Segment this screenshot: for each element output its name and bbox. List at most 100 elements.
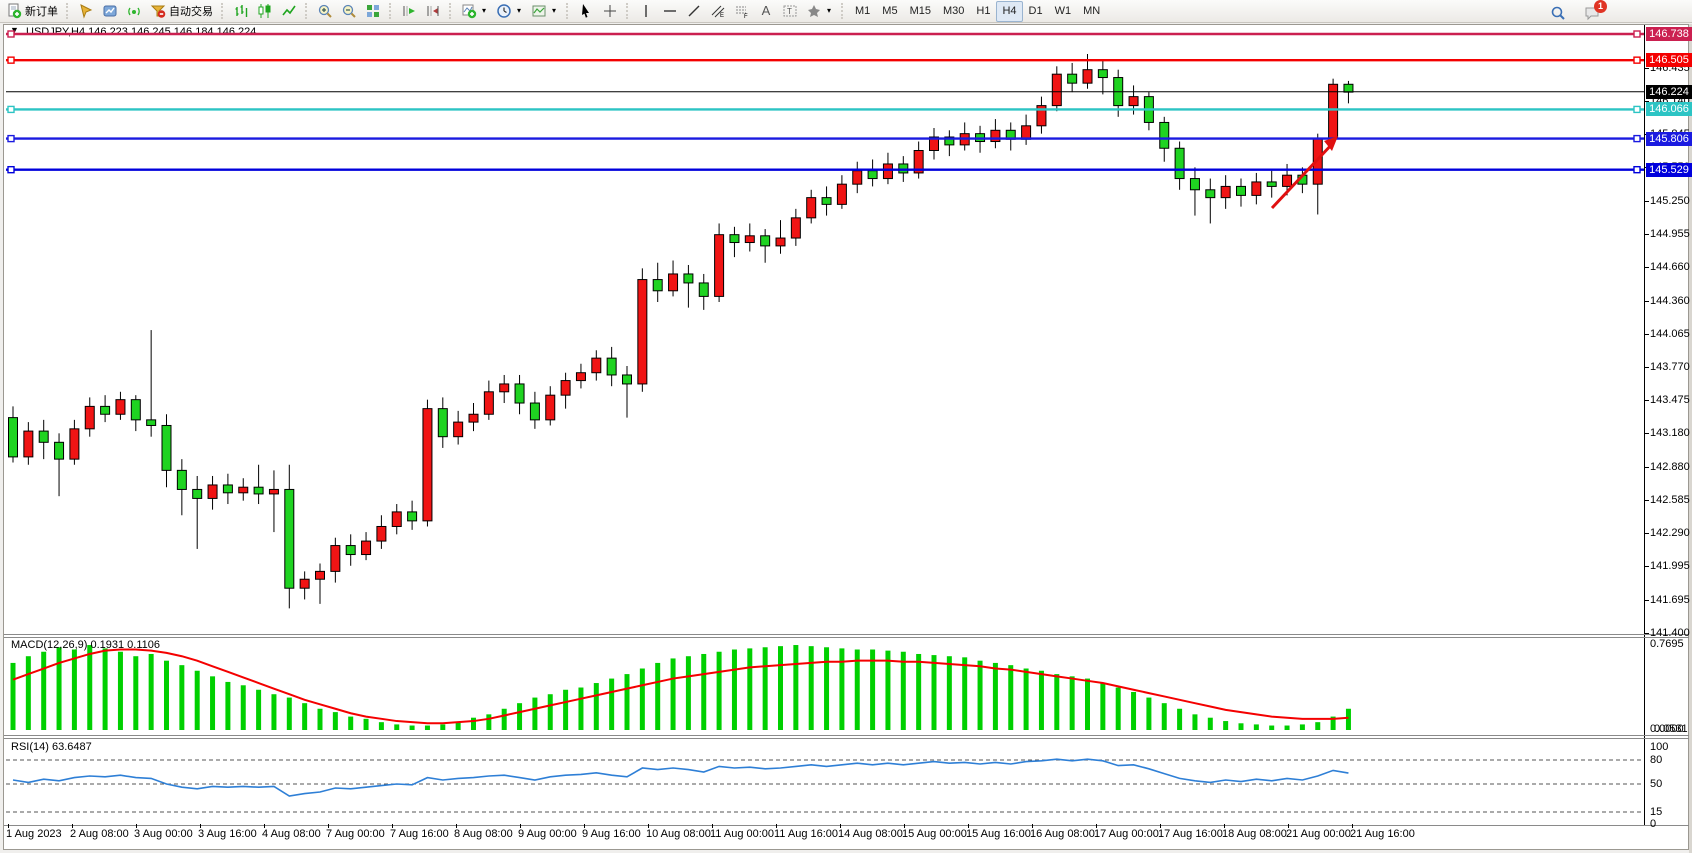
chat-button[interactable]: 1 [1580, 2, 1604, 23]
timeframe-toolbar: M1 M5 M15M30H1H4D1W1MN [849, 1, 1106, 22]
autotrading-icon [150, 3, 166, 19]
price-level-badge: 146.066 [1646, 102, 1692, 116]
quotes-button[interactable] [74, 1, 98, 22]
candle-body [469, 414, 478, 422]
line-handle[interactable] [8, 136, 14, 142]
line-handle[interactable] [1634, 57, 1640, 63]
periods-button[interactable]: ▾ [492, 1, 527, 22]
line-handle[interactable] [1634, 136, 1640, 142]
candle-body [1160, 122, 1169, 148]
candle-body [285, 489, 294, 588]
new-order-button[interactable]: 新订单 [2, 1, 62, 22]
tile-windows-button[interactable] [361, 1, 385, 22]
macd-histogram-bar [164, 661, 169, 730]
macd-histogram-bar [195, 671, 200, 730]
arrows-tool-button[interactable]: ▾ [802, 1, 837, 22]
timeframe-button-w1[interactable]: W1 [1049, 1, 1078, 22]
crosshair-tool-button[interactable] [598, 1, 622, 22]
text-label-tool-button[interactable]: T [778, 1, 802, 22]
candlestick-chart-button[interactable] [253, 1, 277, 22]
macd-histogram-bar [778, 646, 783, 730]
timeframe-button-mn[interactable]: MN [1077, 1, 1106, 22]
trend-arrow[interactable] [1272, 142, 1334, 208]
line-handle[interactable] [1634, 106, 1640, 112]
timeframe-button-h1[interactable]: H1 [970, 1, 996, 22]
main-toolbar: 新订单 自动交易 [0, 0, 1692, 23]
auto-scroll-button[interactable] [397, 1, 421, 22]
line-handle[interactable] [1634, 167, 1640, 173]
dropdown-arrow-icon: ▾ [480, 3, 488, 19]
timeframe-label: M1 [853, 5, 872, 17]
clock-icon [496, 3, 512, 19]
horizontal-line-icon [662, 3, 678, 19]
macd-histogram-bar [210, 676, 215, 730]
candle-body [745, 236, 754, 243]
timeframe-button-h4[interactable]: H4 [996, 1, 1022, 22]
rsi-axis-label: 0 [1650, 818, 1656, 830]
autotrading-button[interactable]: 自动交易 [146, 1, 217, 22]
line-handle[interactable] [8, 106, 14, 112]
candle-body [254, 487, 263, 494]
chart-window[interactable]: ▼ USDJPY,H4 146.223 146.245 146.184 146.… [3, 24, 1689, 850]
vertical-line-tool-button[interactable] [634, 1, 658, 22]
line-handle[interactable] [8, 57, 14, 63]
text-label-icon: T [782, 3, 798, 19]
candle-body [1329, 84, 1338, 138]
bar-chart-button[interactable] [229, 1, 253, 22]
macd-histogram-bar [149, 654, 154, 730]
macd-histogram-bar [993, 663, 998, 730]
candle-body [1267, 182, 1276, 186]
timeframe-label: M5 [880, 5, 899, 17]
timeframe-button-m30[interactable]: M30 [937, 1, 970, 22]
cursor-icon [578, 3, 594, 19]
macd-histogram-bar [1192, 714, 1197, 730]
chart-shift-button[interactable] [421, 1, 445, 22]
indicators-button[interactable]: ▾ [457, 1, 492, 22]
candle-body [269, 489, 278, 493]
horizontal-line-tool-button[interactable] [658, 1, 682, 22]
channel-tool-button[interactable]: E [706, 1, 730, 22]
macd-histogram-bar [978, 661, 983, 730]
zoom-in-button[interactable] [313, 1, 337, 22]
macd-histogram-bar [1008, 665, 1013, 730]
candle-body [561, 381, 570, 396]
candle-body [546, 395, 555, 420]
macd-histogram-bar [532, 698, 537, 730]
profiles-button[interactable] [98, 1, 122, 22]
macd-histogram-bar [901, 652, 906, 730]
zoom-out-button[interactable] [337, 1, 361, 22]
line-chart-button[interactable] [277, 1, 301, 22]
macd-histogram-bar [271, 694, 276, 730]
toolbar-separator [626, 3, 630, 19]
line-handle[interactable] [1634, 31, 1640, 37]
line-handle[interactable] [8, 31, 14, 37]
timeframe-button-m1[interactable]: M1 [849, 1, 876, 22]
chart-canvas[interactable] [4, 25, 1690, 851]
macd-histogram-bar [1100, 683, 1105, 730]
candle-body [623, 375, 632, 384]
text-tool-icon: A [758, 3, 774, 19]
rsi-axis-label: 80 [1650, 754, 1662, 766]
macd-histogram-bar [809, 646, 814, 730]
templates-button[interactable]: ▾ [527, 1, 562, 22]
macd-histogram-bar [609, 679, 614, 730]
search-button[interactable] [1546, 2, 1570, 23]
signal-button[interactable] [122, 1, 146, 22]
profiles-icon [102, 3, 118, 19]
fibonacci-tool-button[interactable]: F [730, 1, 754, 22]
timeframe-button-m15[interactable]: M15 [904, 1, 937, 22]
macd-histogram-bar [1085, 679, 1090, 730]
cursor-tool-button[interactable] [574, 1, 598, 22]
candle-body [85, 406, 94, 428]
timeframe-button-m5[interactable]: M5 [876, 1, 903, 22]
trendline-tool-button[interactable] [682, 1, 706, 22]
candle-body [24, 431, 33, 457]
candle-body [669, 274, 678, 291]
macd-histogram-bar [302, 703, 307, 730]
text-tool-button[interactable]: A [754, 1, 778, 22]
timeframe-button-d1[interactable]: D1 [1023, 1, 1049, 22]
macd-histogram-bar [839, 648, 844, 730]
macd-histogram-bar [640, 669, 645, 730]
macd-label: MACD(12,26,9) 0.1931 0.1106 [11, 639, 160, 651]
line-handle[interactable] [8, 167, 14, 173]
